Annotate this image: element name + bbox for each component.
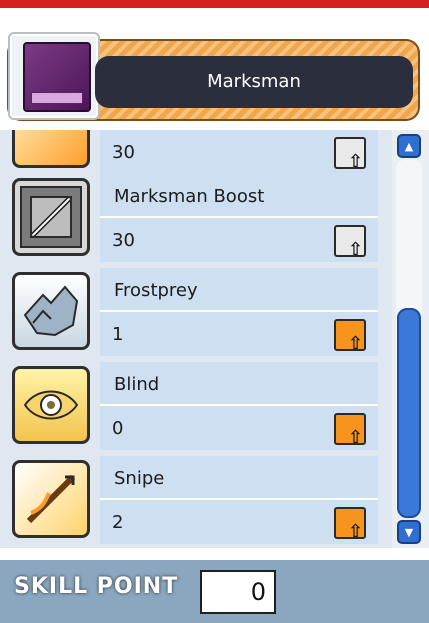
skill-level: 2 — [112, 512, 124, 533]
skill-level-cell: 0 ⇧ — [100, 406, 378, 450]
skill-icon-cell — [4, 130, 96, 174]
skill-row-frostprey: Frostprey 1 ⇧ — [0, 264, 392, 356]
level-up-icon: ⇧ — [348, 151, 364, 172]
skill-name-cell: Frostprey — [100, 268, 378, 312]
arrow-icon — [12, 460, 90, 538]
skill-point-value: 0 — [250, 578, 266, 606]
job-header: Marksman — [0, 8, 429, 132]
bow-svg — [20, 186, 82, 248]
ice-svg — [23, 285, 79, 337]
skill-level-cell: 30 ⇧ — [100, 130, 378, 174]
eye-icon — [12, 366, 90, 444]
skill-level-cell: 1 ⇧ — [100, 312, 378, 356]
scroll-thumb[interactable] — [397, 308, 421, 518]
skill-list-scrollbar[interactable]: ▲ ▼ — [392, 130, 429, 548]
level-up-icon: ⇧ — [348, 239, 364, 260]
level-up-button[interactable]: ⇧ — [334, 137, 366, 172]
level-up-icon: ⇧ — [348, 427, 364, 448]
skill-icon-partial — [12, 130, 90, 168]
skill-level-cell: 2 ⇧ — [100, 500, 378, 544]
skill-point-value-box: 0 — [200, 570, 276, 614]
scroll-up-icon: ▲ — [404, 139, 414, 153]
skill-book-icon — [23, 42, 91, 112]
skill-name: Frostprey — [114, 280, 198, 301]
ice-bird-icon — [12, 272, 90, 350]
skill-name: Blind — [114, 374, 160, 395]
skill-point-label: SKILL POINT — [14, 574, 179, 599]
skill-name-cell: Snipe — [100, 456, 378, 500]
skill-row: 30 ⇧ — [0, 130, 392, 174]
eye-svg — [23, 390, 79, 420]
scroll-down-icon: ▼ — [404, 525, 414, 539]
skill-point-footer: SKILL POINT 0 — [0, 560, 429, 623]
skill-name: Snipe — [114, 468, 165, 489]
skill-level: 30 — [112, 230, 135, 251]
skill-level: 1 — [112, 324, 124, 345]
skill-icon-cell — [4, 362, 96, 450]
skill-list[interactable]: 30 ⇧ Marksman Boost 30 ⇧ Frostprey 1 ⇧ B… — [0, 130, 392, 548]
job-book-frame — [8, 32, 100, 120]
level-up-icon: ⇧ — [348, 333, 364, 354]
level-up-button[interactable]: ⇧ — [334, 413, 366, 448]
skill-icon-cell — [4, 456, 96, 544]
skill-icon-cell — [4, 268, 96, 356]
level-up-button[interactable]: ⇧ — [334, 319, 366, 354]
skill-row-marksman-boost: Marksman Boost 30 ⇧ — [0, 170, 392, 262]
level-up-button[interactable]: ⇧ — [334, 507, 366, 542]
level-up-icon: ⇧ — [348, 521, 364, 542]
skill-row-blind: Blind 0 ⇧ — [0, 358, 392, 450]
arrow-svg — [26, 474, 76, 524]
skill-level-cell: 30 ⇧ — [100, 218, 378, 262]
skill-icon-cell — [4, 174, 96, 262]
skill-level: 0 — [112, 418, 124, 439]
bow-icon — [12, 178, 90, 256]
top-red-bar — [0, 0, 429, 8]
scroll-down-button[interactable]: ▼ — [397, 520, 421, 544]
scroll-up-button[interactable]: ▲ — [397, 134, 421, 158]
skill-level: 30 — [112, 142, 135, 163]
job-name: Marksman — [95, 56, 413, 108]
skill-name-cell: Blind — [100, 362, 378, 406]
skill-name-cell: Marksman Boost — [100, 174, 378, 218]
skill-row-snipe: Snipe 2 ⇧ — [0, 452, 392, 544]
level-up-button[interactable]: ⇧ — [334, 225, 366, 260]
skill-name: Marksman Boost — [114, 186, 265, 207]
